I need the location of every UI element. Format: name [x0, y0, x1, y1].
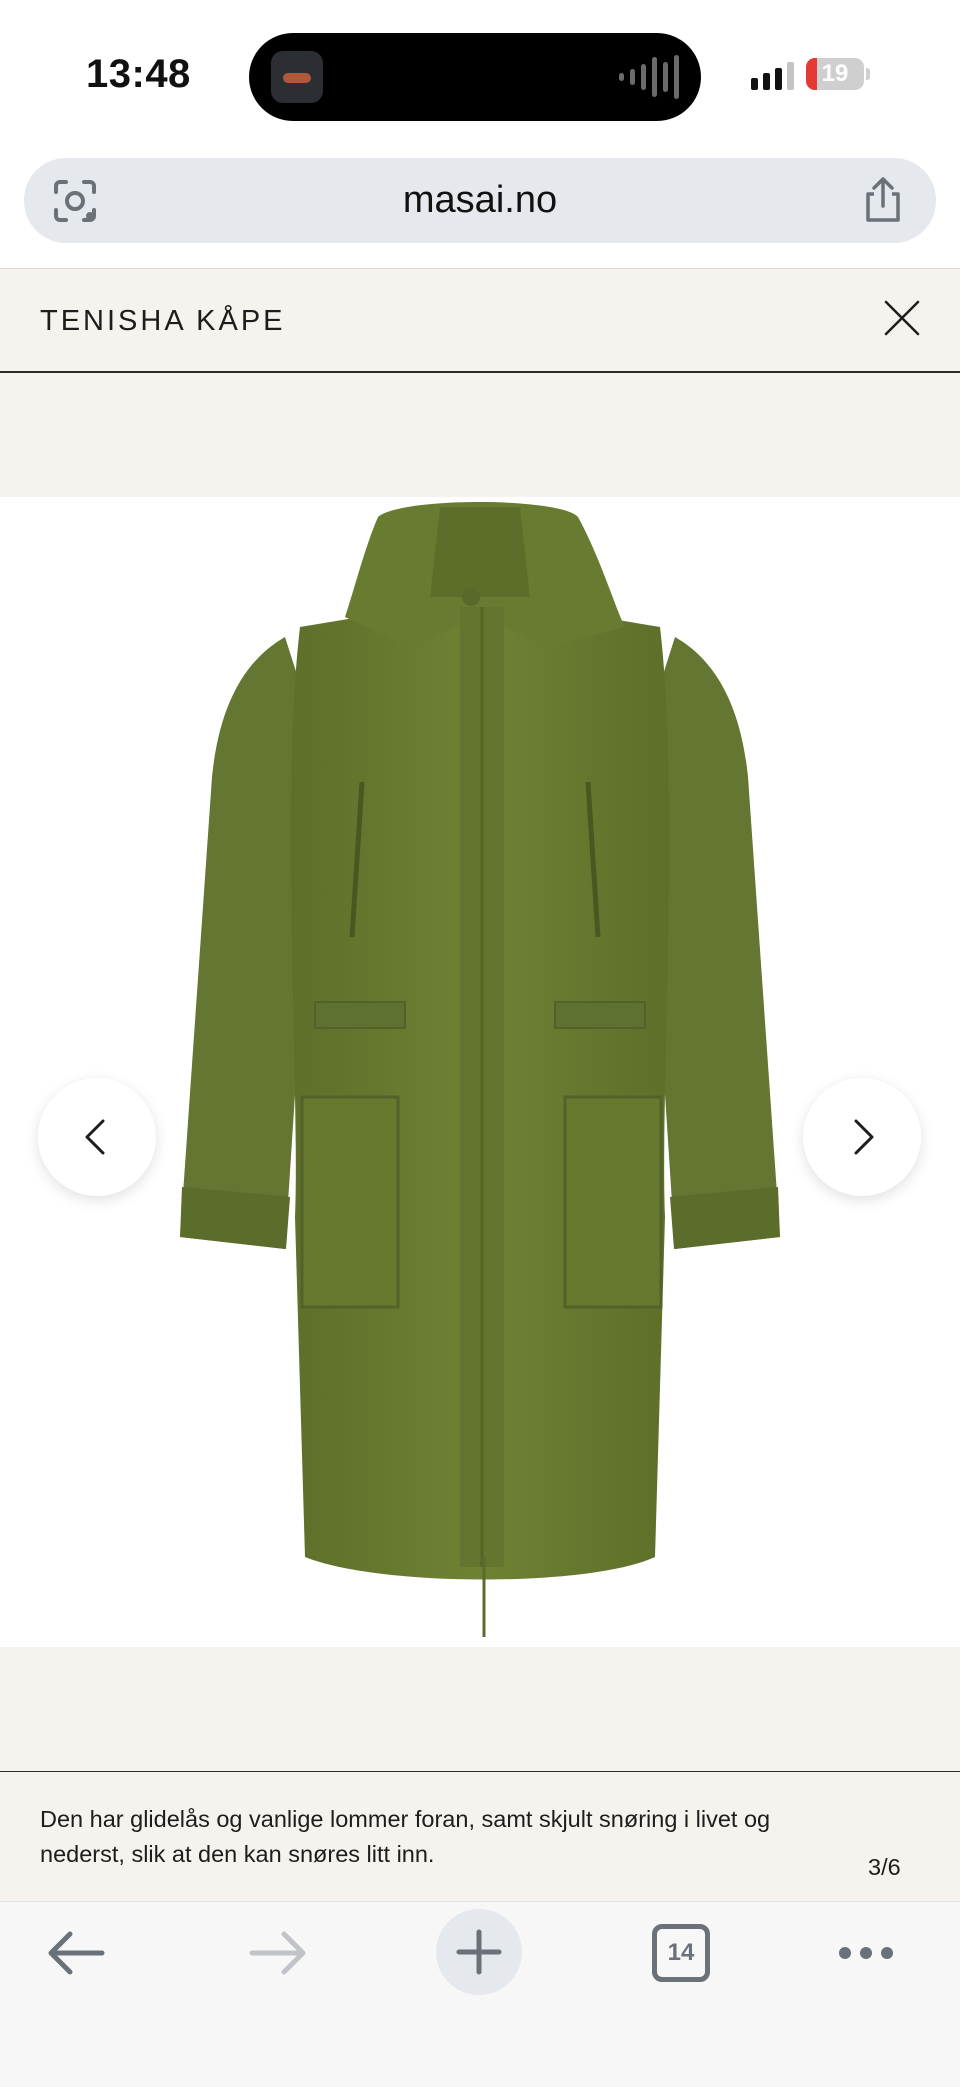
share-icon[interactable] — [860, 176, 906, 224]
chevron-left-icon — [85, 1119, 105, 1155]
close-icon[interactable] — [882, 298, 922, 338]
coat-illustration — [180, 502, 780, 1637]
image-counter: 3/6 — [868, 1854, 901, 1880]
battery-icon: 19 — [806, 58, 864, 90]
modal-header: TENISHA KÅPE — [0, 268, 960, 373]
product-image[interactable] — [0, 497, 960, 1647]
now-playing-thumbnail — [271, 51, 323, 103]
new-tab-button[interactable] — [436, 1909, 522, 1995]
battery-cap — [866, 68, 870, 80]
status-time: 13:48 — [86, 52, 191, 96]
address-bar[interactable]: masai.no — [24, 158, 936, 243]
image-caption-bar: Den har glidelås og vanlige lommer foran… — [0, 1771, 960, 1901]
arrow-right-icon[interactable] — [248, 1928, 308, 1978]
status-bar: 13:48 19 — [0, 0, 960, 150]
previous-image-button[interactable] — [38, 1078, 156, 1196]
arrow-left-icon[interactable] — [46, 1928, 106, 1978]
battery-level: 19 — [821, 60, 849, 87]
product-title: TENISHA KÅPE — [40, 305, 286, 337]
dynamic-island[interactable] — [249, 33, 701, 121]
audio-waveform-icon — [619, 55, 679, 99]
chevron-right-icon — [854, 1119, 874, 1155]
tab-switcher-button[interactable]: 14 — [652, 1924, 710, 1982]
next-image-button[interactable] — [803, 1078, 921, 1196]
cellular-signal-icon — [751, 62, 794, 90]
plus-icon — [456, 1929, 502, 1975]
screen: 13:48 19 masai.no TENISHA KÅPE Den har g… — [0, 0, 960, 2087]
url-text[interactable]: masai.no — [24, 158, 936, 243]
ellipsis-icon[interactable] — [836, 1940, 896, 1966]
image-caption: Den har glidelås og vanlige lommer foran… — [40, 1806, 771, 1867]
